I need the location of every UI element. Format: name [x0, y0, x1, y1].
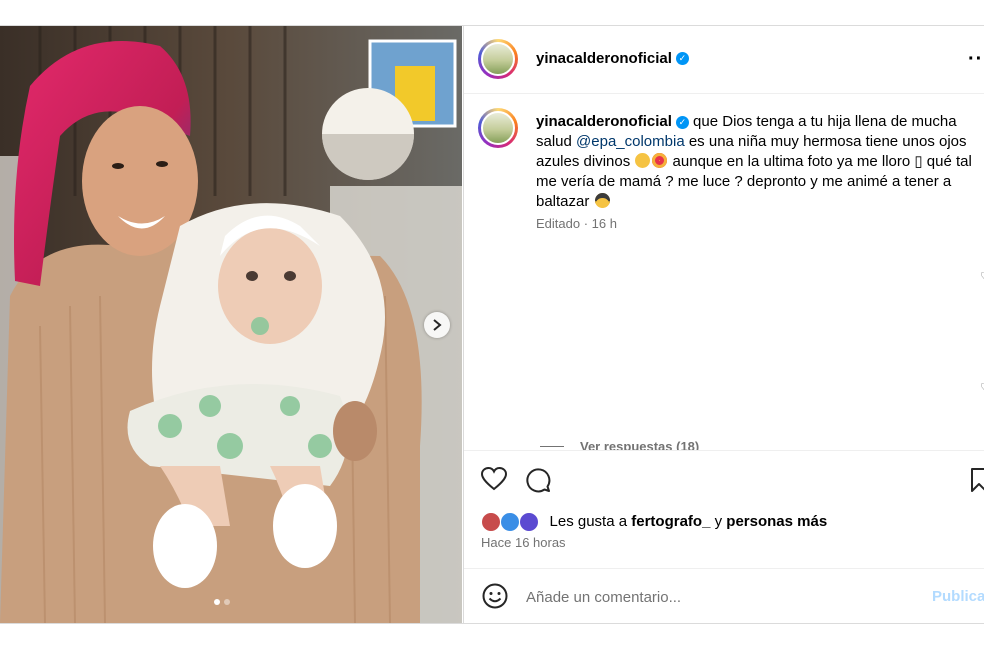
mention-link[interactable]: @epa_colombia [576, 133, 685, 150]
post-modal: yinacalderonoficial✓ ··· yinacalderonofi… [0, 25, 984, 624]
carousel-dot [224, 599, 230, 605]
commenter-avatar[interactable] [478, 108, 518, 148]
author-name-row: yinacalderonoficial ✓ [536, 50, 689, 68]
carousel-dot-active [214, 599, 220, 605]
comment-composer: Publicar [464, 568, 984, 623]
chevron-right-icon [433, 319, 442, 331]
more-options-icon[interactable]: ··· [968, 48, 984, 71]
heart-icon[interactable] [480, 466, 508, 496]
caption-age: 16 h [591, 216, 617, 231]
likes-others-link[interactable]: personas más [726, 513, 827, 530]
likes-prefix: Les gusta a [549, 512, 632, 530]
comment-icon[interactable] [525, 467, 551, 498]
verified-badge-icon: ✓ [675, 115, 689, 129]
heart-eyes-emoji-icon [652, 153, 668, 168]
liker-avatar[interactable] [500, 512, 521, 532]
emoji-icon[interactable] [482, 583, 508, 614]
caption-text-3: aunque en la ultima foto ya me lloro [668, 153, 915, 170]
post-photo[interactable] [0, 26, 462, 623]
likes-summary: Les gusta a fertografo_ y personas más [481, 512, 827, 532]
meta-separator: · [580, 216, 592, 231]
caption-username[interactable]: yinacalderonoficial [536, 113, 672, 130]
edited-label: Editado [536, 216, 581, 231]
verified-badge-icon: ✓ [675, 52, 689, 66]
liker-avatar[interactable] [519, 512, 540, 532]
post-sidebar: yinacalderonoficial✓ ··· yinacalderonofi… [463, 26, 984, 623]
photo-illustration [0, 26, 462, 623]
author-avatar[interactable] [478, 39, 518, 79]
comment-input[interactable] [524, 583, 908, 611]
replies-line [540, 446, 564, 447]
comment-like-icon[interactable]: ♡ [980, 381, 984, 394]
bookmark-icon[interactable] [971, 468, 984, 497]
liker-avatar[interactable] [481, 512, 501, 532]
author-username[interactable]: yinacalderonoficial [536, 50, 672, 67]
unknown-glyph: ▯ [914, 153, 923, 170]
liker-username[interactable]: fertografo_ [631, 513, 710, 530]
next-photo-button[interactable] [424, 312, 450, 338]
action-bar [464, 450, 984, 569]
caption-meta: Editado · 16 h [536, 216, 617, 231]
astonished-emoji-icon [635, 153, 651, 168]
post-timestamp: Hace 16 horas [481, 535, 566, 550]
sunglasses-emoji-icon [594, 193, 610, 208]
post-header: yinacalderonoficial✓ ··· [464, 26, 984, 94]
caption-comment: yinacalderonoficial ✓ que Dios tenga a tu… [536, 112, 976, 212]
carousel-dots [214, 599, 230, 605]
post-comment-button[interactable]: Publicar [932, 588, 984, 605]
likes-middle: y [710, 512, 727, 530]
comment-like-icon[interactable]: ♡ [980, 270, 984, 283]
